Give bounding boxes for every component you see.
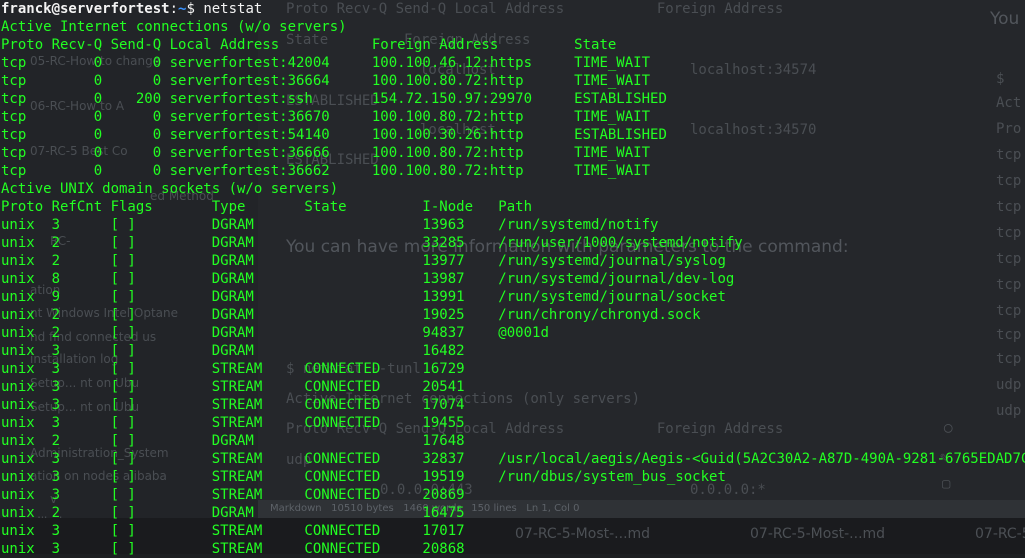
unix-socket-row: unix 8 [ ] DGRAM 13987 /run/systemd/jour… bbox=[1, 271, 735, 287]
unix-socket-row: unix 2 [ ] DGRAM 17648 bbox=[1, 433, 499, 449]
unix-column-headers: Proto RefCnt Flags Type State I-Node Pat… bbox=[1, 199, 533, 215]
unix-socket-row: unix 3 [ ] STREAM CONNECTED 17017 bbox=[1, 523, 499, 539]
inet-connection-row: tcp 0 0 serverfortest:36664 100.100.80.7… bbox=[1, 73, 651, 89]
unix-socket-row: unix 3 [ ] STREAM CONNECTED 20541 bbox=[1, 379, 499, 395]
unix-socket-row: unix 3 [ ] STREAM CONNECTED 17074 bbox=[1, 397, 499, 413]
unix-socket-row: unix 3 [ ] DGRAM 13963 /run/systemd/noti… bbox=[1, 217, 659, 233]
unix-socket-row: unix 3 [ ] STREAM CONNECTED 19519 /run/d… bbox=[1, 469, 726, 485]
unix-socket-row: unix 2 [ ] DGRAM 94837 @0001d bbox=[1, 325, 549, 341]
unix-socket-row: unix 2 [ ] DGRAM 16475 bbox=[1, 505, 499, 521]
unix-socket-row: unix 3 [ ] STREAM CONNECTED 20869 bbox=[1, 487, 499, 503]
prompt-symbol: $ bbox=[186, 1, 195, 17]
inet-connection-row: tcp 0 0 serverfortest:36670 100.100.80.7… bbox=[1, 109, 651, 125]
unix-socket-row: unix 3 [ ] STREAM CONNECTED 16729 bbox=[1, 361, 499, 377]
inet-connection-row: tcp 0 0 serverfortest:42004 100.100.46.1… bbox=[1, 55, 651, 71]
unix-socket-row: unix 2 [ ] DGRAM 19025 /run/chrony/chron… bbox=[1, 307, 701, 323]
unix-socket-row: unix 3 [ ] STREAM CONNECTED 20868 bbox=[1, 541, 499, 557]
unix-socket-row: unix 3 [ ] STREAM CONNECTED 19455 bbox=[1, 415, 499, 431]
terminal-output[interactable]: franck@serverfortest:~$ netstat Active I… bbox=[1, 0, 1025, 558]
typed-command: netstat bbox=[203, 1, 263, 17]
inet-connection-row: tcp 0 0 serverfortest:36662 100.100.80.7… bbox=[1, 163, 651, 179]
unix-section-header: Active UNIX domain sockets (w/o servers) bbox=[1, 181, 339, 197]
inet-column-headers: Proto Recv-Q Send-Q Local Address Foreig… bbox=[1, 37, 617, 53]
inet-section-header: Active Internet connections (w/o servers… bbox=[1, 19, 347, 35]
unix-socket-row: unix 2 [ ] DGRAM 13977 /run/systemd/jour… bbox=[1, 253, 726, 269]
unix-socket-row: unix 9 [ ] DGRAM 13991 /run/systemd/jour… bbox=[1, 289, 726, 305]
terminal-prompt-line: franck@serverfortest:~$ netstat bbox=[1, 1, 263, 17]
prompt-user-host: franck@serverfortest bbox=[1, 1, 170, 17]
unix-socket-row: unix 2 [ ] DGRAM 33285 /run/user/1000/sy… bbox=[1, 235, 743, 251]
unix-socket-row: unix 3 [ ] DGRAM 16482 bbox=[1, 343, 499, 359]
unix-socket-row: unix 3 [ ] STREAM CONNECTED 32837 /usr/l… bbox=[1, 451, 1025, 467]
inet-connection-row: tcp 0 200 serverfortest:ssh 154.72.150.9… bbox=[1, 91, 667, 107]
inet-connection-row: tcp 0 0 serverfortest:54140 100.100.30.2… bbox=[1, 127, 667, 143]
inet-connection-row: tcp 0 0 serverfortest:36666 100.100.80.7… bbox=[1, 145, 651, 161]
